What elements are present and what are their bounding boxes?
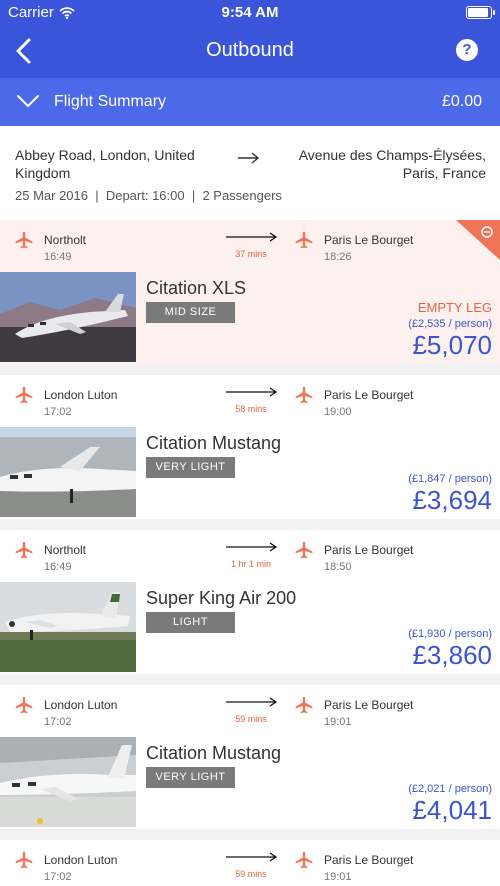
flight-leg[interactable]: London Luton 17:02 59 mins Paris Le Bour…	[0, 840, 500, 886]
destination-address: Avenue des Champs-Élysées, Paris, France	[298, 147, 486, 181]
route-header: Abbey Road, London, United Kingdom Avenu…	[0, 126, 500, 220]
departure-airport: Northolt	[44, 233, 87, 247]
price-per-person: (£1,847 / person)	[408, 473, 492, 485]
departure-time: 16:49	[44, 561, 72, 573]
leg-arrow-icon	[226, 232, 278, 242]
aircraft-name: Citation XLS	[146, 278, 247, 298]
departure-plane-icon	[15, 386, 33, 404]
aircraft-name: Citation Mustang	[146, 743, 282, 763]
price-per-person: (£2,535 / person)	[408, 318, 492, 330]
aircraft-photo	[0, 582, 136, 672]
leg-arrow-icon	[226, 697, 278, 707]
departure-time: 17:02	[44, 406, 72, 418]
total-price: £4,041	[412, 795, 492, 825]
departure-time: 16:49	[44, 251, 72, 263]
empty-leg-label: EMPTY LEG	[417, 300, 492, 315]
departure-airport: London Luton	[44, 388, 118, 402]
departure-plane-icon	[15, 231, 33, 249]
trip-passengers: 2 Passengers	[202, 188, 282, 203]
aircraft-card[interactable]: Super King Air 200 LIGHT (£1,930 / perso…	[0, 580, 500, 674]
price-per-person: (£1,930 / person)	[408, 628, 492, 640]
departure-airport: London Luton	[44, 853, 118, 867]
flight-leg[interactable]: Northolt 16:49 37 mins Paris Le Bourget …	[0, 220, 500, 270]
aircraft-card[interactable]: Citation Mustang VERY LIGHT (£2,021 / pe…	[0, 735, 500, 829]
arrival-time: 19:01	[324, 871, 352, 883]
empty-leg-corner-icon	[456, 220, 500, 260]
page-title: Outbound	[206, 39, 294, 61]
aircraft-name: Super King Air 200	[146, 588, 297, 608]
battery-icon	[466, 6, 495, 19]
departure-airport: London Luton	[44, 698, 118, 712]
leg-arrow-icon	[226, 852, 278, 862]
flight-leg[interactable]: London Luton 17:02 58 mins Paris Le Bour…	[0, 375, 500, 425]
flight-duration: 59 mins	[235, 869, 267, 879]
arrival-airport: Paris Le Bourget	[324, 233, 414, 247]
aircraft-category-badge: LIGHT	[146, 612, 235, 633]
aircraft-photo	[0, 272, 136, 362]
aircraft-category-badge: VERY LIGHT	[146, 457, 235, 478]
departure-time: 17:02	[44, 871, 72, 883]
flight-duration: 58 mins	[235, 404, 267, 414]
departure-plane-icon	[15, 851, 33, 869]
divider	[0, 364, 500, 369]
arrival-plane-icon	[295, 541, 313, 559]
departure-time: 17:02	[44, 716, 72, 728]
arrival-time: 18:26	[324, 251, 352, 263]
total-price: £5,070	[412, 330, 492, 360]
summary-total: £0.00	[441, 93, 482, 110]
arrival-time: 19:01	[324, 716, 352, 728]
flight-leg[interactable]: Northolt 16:49 1 hr 1 min Paris Le Bourg…	[0, 530, 500, 580]
trip-date: 25 Mar 2016	[15, 188, 88, 203]
chevron-down-icon	[17, 95, 39, 107]
leg-arrow-icon	[226, 387, 278, 397]
divider	[0, 519, 500, 524]
arrival-airport: Paris Le Bourget	[324, 853, 414, 867]
app-header: Carrier 9:54 AM Outbound ?	[0, 0, 500, 78]
flight-duration: 37 mins	[235, 249, 267, 259]
arrival-time: 18:50	[324, 561, 352, 573]
aircraft-photo	[0, 427, 136, 517]
aircraft-photo	[0, 737, 136, 827]
arrival-plane-icon	[295, 851, 313, 869]
nav-bar: Outbound ?	[0, 26, 500, 78]
aircraft-category-badge: VERY LIGHT	[146, 767, 235, 788]
total-price: £3,860	[412, 640, 492, 670]
arrival-plane-icon	[295, 696, 313, 714]
flight-duration: 1 hr 1 min	[230, 559, 272, 569]
arrival-airport: Paris Le Bourget	[324, 388, 414, 402]
aircraft-card[interactable]: Citation Mustang VERY LIGHT (£1,847 / pe…	[0, 425, 500, 519]
flight-duration: 59 mins	[235, 714, 267, 724]
aircraft-name: Citation Mustang	[146, 433, 282, 453]
departure-airport: Northolt	[44, 543, 87, 557]
divider	[0, 829, 500, 834]
arrival-airport: Paris Le Bourget	[324, 698, 414, 712]
total-price: £3,694	[412, 485, 492, 515]
summary-label: Flight Summary	[54, 93, 167, 110]
status-bar: Carrier 9:54 AM	[0, 0, 500, 26]
arrival-airport: Paris Le Bourget	[324, 543, 414, 557]
help-icon[interactable]: ?	[456, 39, 478, 61]
arrival-plane-icon	[295, 231, 313, 249]
aircraft-card[interactable]: Citation XLS MID SIZE EMPTY LEG (£2,535 …	[0, 270, 500, 364]
aircraft-category-badge: MID SIZE	[146, 302, 235, 323]
price-per-person: (£2,021 / person)	[408, 783, 492, 795]
departure-plane-icon	[15, 696, 33, 714]
clock: 9:54 AM	[221, 4, 279, 21]
flight-leg[interactable]: London Luton 17:02 59 mins Paris Le Bour…	[0, 685, 500, 735]
arrival-time: 19:00	[324, 406, 352, 418]
trip-depart: Depart: 16:00	[105, 188, 185, 203]
divider	[0, 674, 500, 679]
arrival-plane-icon	[295, 386, 313, 404]
leg-arrow-icon	[226, 542, 278, 552]
arrow-right-icon	[238, 152, 260, 164]
origin-address: Abbey Road, London, United Kingdom	[15, 147, 195, 181]
flight-summary-toggle[interactable]: Flight Summary £0.00	[0, 78, 500, 126]
trip-details: 25 Mar 2016 | Depart: 16:00 | 2 Passenge…	[15, 188, 282, 203]
departure-plane-icon	[15, 541, 33, 559]
